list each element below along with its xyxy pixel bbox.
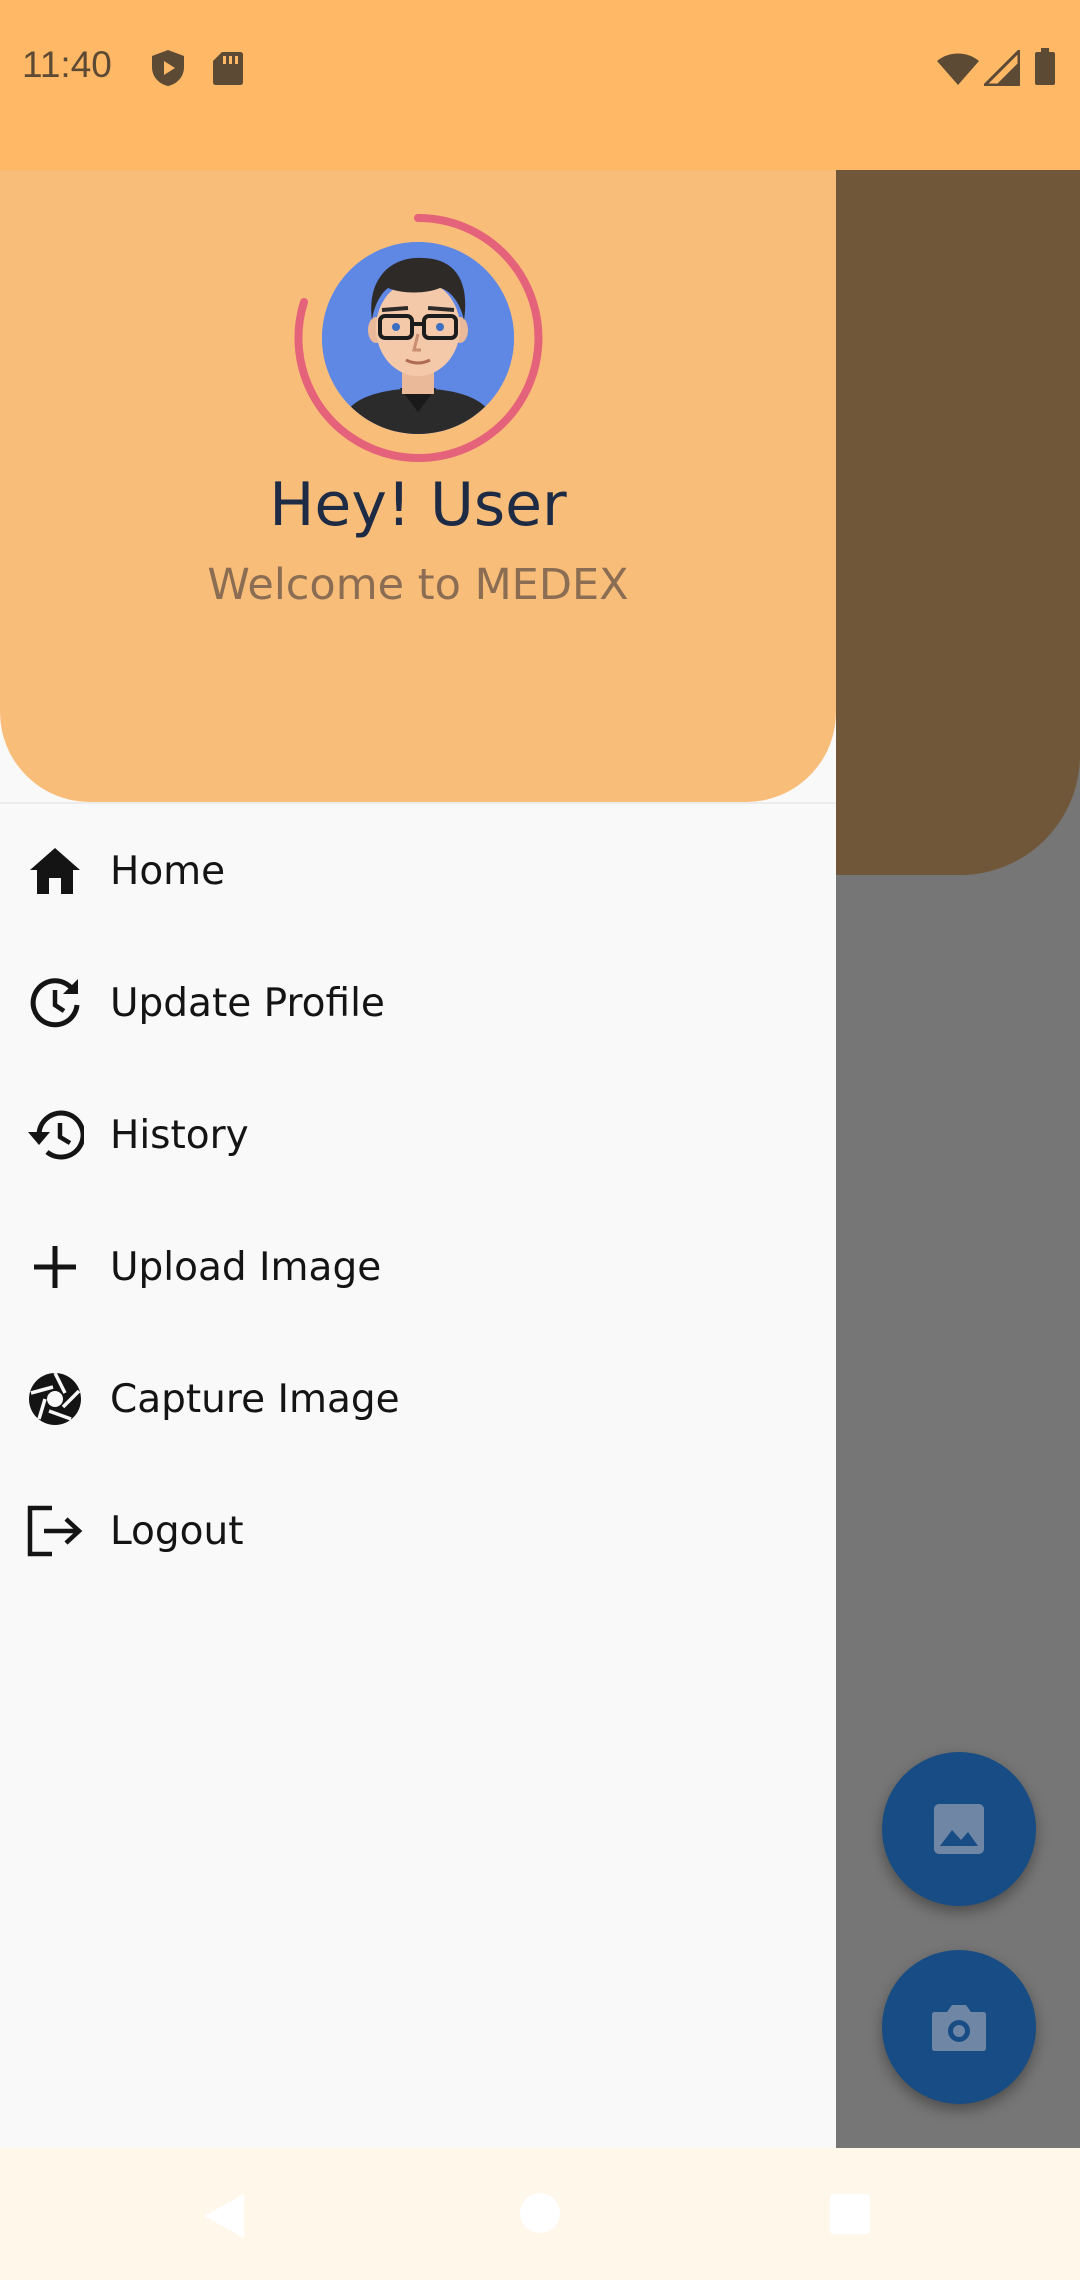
user-avatar-illustration: [322, 242, 514, 434]
camera-fab-button[interactable]: [882, 1950, 1036, 2104]
home-icon: [24, 840, 86, 902]
menu-item-label: History: [110, 1112, 249, 1158]
camera-icon: [932, 2005, 986, 2051]
aperture-icon: [24, 1368, 86, 1430]
drawer-header: Hey! User Welcome to MEDEX: [0, 170, 836, 802]
menu-item-logout[interactable]: Logout: [0, 1465, 836, 1597]
battery-icon: [1035, 48, 1055, 85]
menu-item-label: Update Profile: [110, 980, 385, 1026]
menu-item-label: Capture Image: [110, 1376, 400, 1422]
gallery-fab-button[interactable]: [882, 1752, 1036, 1906]
image-icon: [934, 1804, 984, 1854]
wifi-icon: [937, 53, 979, 85]
menu-item-history[interactable]: History: [0, 1069, 836, 1201]
system-nav-bar: [0, 2148, 1080, 2280]
navigation-drawer: Hey! User Welcome to MEDEX Home Update P…: [0, 170, 836, 2148]
drawer-menu: Home Update Profile History Upload Image…: [0, 805, 836, 1597]
home-circle-icon[interactable]: [519, 2192, 561, 2234]
avatar[interactable]: [322, 242, 514, 434]
sd-card-icon: [213, 52, 243, 85]
screen: 11:40 er e.: [0, 0, 1080, 2280]
status-bar: 11:40: [0, 0, 1080, 170]
drawer-title: Hey! User: [269, 470, 567, 540]
history-icon: [24, 1104, 86, 1166]
plus-icon: [24, 1236, 86, 1298]
logout-icon: [24, 1500, 86, 1562]
status-time: 11:40: [22, 44, 112, 85]
menu-item-label: Logout: [110, 1508, 244, 1554]
back-icon[interactable]: [202, 2192, 246, 2240]
signal-icon: [984, 50, 1020, 86]
menu-item-upload-image[interactable]: Upload Image: [0, 1201, 836, 1333]
menu-item-label: Home: [110, 848, 226, 894]
update-icon: [24, 972, 86, 1034]
shield-icon: [152, 50, 184, 86]
drawer-subtitle: Welcome to MEDEX: [207, 560, 629, 610]
drawer-divider: [0, 802, 836, 804]
menu-item-home[interactable]: Home: [0, 805, 836, 937]
recents-icon[interactable]: [828, 2192, 872, 2236]
menu-item-update-profile[interactable]: Update Profile: [0, 937, 836, 1069]
menu-item-capture-image[interactable]: Capture Image: [0, 1333, 836, 1465]
menu-item-label: Upload Image: [110, 1244, 382, 1290]
